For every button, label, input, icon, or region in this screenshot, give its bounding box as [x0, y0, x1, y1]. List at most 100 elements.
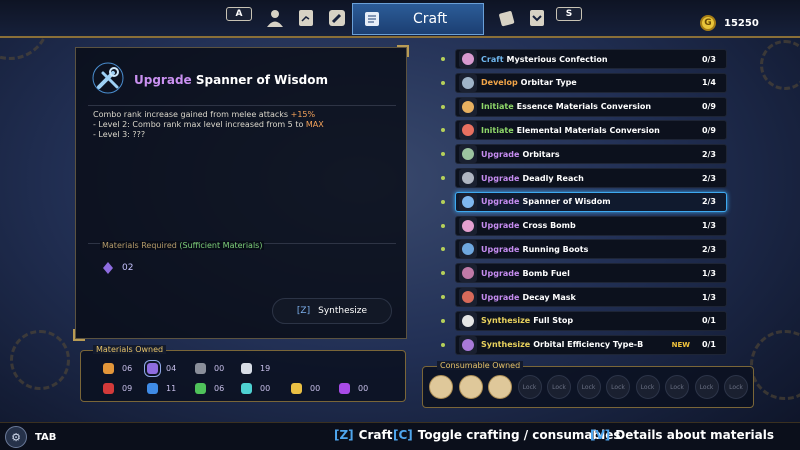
craft-item-name: Mysterious Confection	[506, 54, 608, 64]
material-owned-item[interactable]: 06	[103, 363, 132, 374]
craft-item-verb: Craft	[481, 54, 504, 64]
locked-slot: Lock	[635, 375, 660, 399]
craft-list-item[interactable]: Upgrade Running Boots 2/3	[441, 239, 727, 260]
wrench-icon[interactable]	[324, 5, 350, 31]
top-navigation-bar: A Craft S G 15250	[0, 0, 800, 38]
craft-item-verb: Synthesize	[481, 316, 531, 326]
pizza-icon[interactable]	[488, 375, 512, 399]
detail-description: Combo rank increase gained from melee at…	[93, 110, 393, 140]
material-owned-item[interactable]: 19	[241, 363, 270, 374]
craft-item-verb: Upgrade	[481, 173, 520, 183]
craft-item-label: Upgrade Cross Bomb	[481, 221, 576, 230]
craft-item-count: 1/4	[701, 78, 716, 88]
character-icon[interactable]	[262, 5, 288, 31]
craft-list-item[interactable]: Upgrade Spanner of Wisdom 2/3	[441, 191, 727, 212]
journal-icon[interactable]	[293, 5, 319, 31]
craft-item-verb: Synthesize	[481, 340, 531, 350]
craft-item-name: Spanner of Wisdom	[522, 197, 611, 207]
locked-slot: Lock	[517, 375, 542, 399]
gear-decoration-icon	[10, 330, 70, 390]
craft-item-count: 1/3	[701, 268, 716, 278]
lock-label: Lock	[522, 383, 537, 391]
new-badge: NEW	[671, 340, 690, 349]
lock-label: Lock	[552, 383, 566, 391]
pastry-icon[interactable]	[429, 375, 453, 399]
locked-slot: Lock	[665, 375, 689, 399]
material-qty: 00	[214, 364, 225, 373]
craft-item-verb: Upgrade	[481, 149, 520, 159]
material-owned-item[interactable]: 00	[195, 363, 224, 374]
prev-tab-key[interactable]: A	[226, 7, 252, 21]
craft-item-count: 2/3	[701, 244, 716, 254]
craft-item-verb: Upgrade	[481, 244, 520, 254]
material-owned-item[interactable]: 00	[339, 383, 368, 394]
cards-icon[interactable]	[494, 5, 520, 31]
material-owned-item[interactable]: 04	[144, 360, 177, 377]
craft-list-item[interactable]: Upgrade Orbitars 2/3	[441, 144, 727, 165]
rank-badge-icon[interactable]	[524, 5, 550, 31]
available-indicator	[441, 152, 445, 157]
hint-details: [V] Details about materials	[590, 428, 774, 442]
tab-menu-button[interactable]: ⚙ TAB	[0, 424, 68, 450]
consumables-label: Consumable Owned	[437, 361, 524, 370]
tab-craft[interactable]: Craft	[352, 3, 484, 35]
material-qty: 00	[260, 384, 271, 393]
synthesize-button[interactable]: [Z] Synthesize	[272, 298, 392, 324]
available-indicator	[441, 271, 445, 276]
amber-shard-icon	[103, 363, 114, 374]
materials-status: (Sufficient Materials)	[179, 241, 263, 250]
material-qty: 04	[166, 364, 177, 373]
gear-decoration-icon	[760, 40, 800, 90]
craft-item-verb: Upgrade	[481, 292, 520, 302]
lock-label: Lock	[611, 383, 625, 391]
material-owned-item[interactable]: 11	[147, 383, 176, 394]
craft-item-name: Full Stop	[533, 316, 574, 326]
description-line-1: Combo rank increase gained from melee at…	[93, 110, 316, 119]
cross-bomb-icon	[459, 216, 477, 235]
pastry-icon[interactable]	[458, 375, 483, 399]
craft-list-item[interactable]: Develop Orbitar Type 1/4	[441, 72, 727, 93]
material-owned-item[interactable]: 00	[241, 383, 270, 394]
lock-label: Lock	[640, 383, 655, 391]
locked-slot: Lock	[694, 375, 719, 399]
next-tab-key[interactable]: S	[556, 7, 582, 21]
required-material[interactable]: 02	[102, 262, 133, 274]
consumables-panel: Consumable Owned Lock Lock Lock Lock Lock Loc…	[422, 361, 754, 408]
synthesize-key: [Z]	[296, 306, 311, 316]
lock-label: Lock	[581, 383, 596, 391]
purple-crystal-icon	[144, 360, 161, 377]
gear-icon: ⚙	[5, 426, 27, 448]
gray-ore-icon	[195, 363, 206, 374]
material-owned-item[interactable]: 06	[195, 383, 224, 394]
available-indicator	[441, 176, 445, 180]
craft-list-item[interactable]: Initiate Elemental Materials Conversion 0/…	[441, 120, 727, 141]
craft-item-name: Cross Bomb	[522, 221, 576, 231]
craft-item-name: Running Boots	[522, 244, 589, 254]
craft-list-item[interactable]: Synthesize Full Stop 0/1	[441, 310, 727, 331]
required-material-qty: 02	[122, 263, 134, 273]
craft-scroll-icon	[359, 7, 385, 31]
craft-list-item[interactable]: Craft Mysterious Confection 0/3	[441, 49, 727, 69]
craft-item-label: Upgrade Deadly Reach	[481, 174, 584, 183]
craft-list-item[interactable]: Synthesize Orbital Efficiency Type-B NEW 0/…	[441, 334, 727, 355]
red-gem-icon	[103, 383, 114, 394]
available-indicator	[441, 128, 445, 133]
craft-list-item[interactable]: Upgrade Cross Bomb 1/3	[441, 215, 727, 236]
craft-list-item[interactable]: Upgrade Bomb Fuel 1/3	[441, 263, 727, 284]
locked-slot: Lock	[606, 375, 630, 399]
available-indicator	[441, 80, 445, 85]
material-owned-item[interactable]: 00	[291, 383, 320, 394]
material-qty: 06	[214, 384, 225, 393]
craft-list-item[interactable]: Upgrade Deadly Reach 2/3	[441, 168, 727, 188]
craft-list-item[interactable]: Initiate Essence Materials Conversion 0/9	[441, 96, 727, 117]
lock-label: Lock	[670, 383, 684, 391]
material-owned-item[interactable]: 09	[103, 383, 132, 394]
material-qty: 00	[310, 384, 321, 393]
craft-item-verb: Develop	[481, 78, 518, 88]
craft-list-item[interactable]: Upgrade Decay Mask 1/3	[441, 287, 727, 307]
spanner-icon	[459, 192, 477, 211]
craft-item-label: Synthesize Orbital Efficiency Type-B	[481, 340, 643, 349]
craft-item-count: 2/3	[701, 173, 716, 183]
orbitar-icon	[459, 145, 477, 164]
full-stop-icon	[459, 311, 477, 330]
